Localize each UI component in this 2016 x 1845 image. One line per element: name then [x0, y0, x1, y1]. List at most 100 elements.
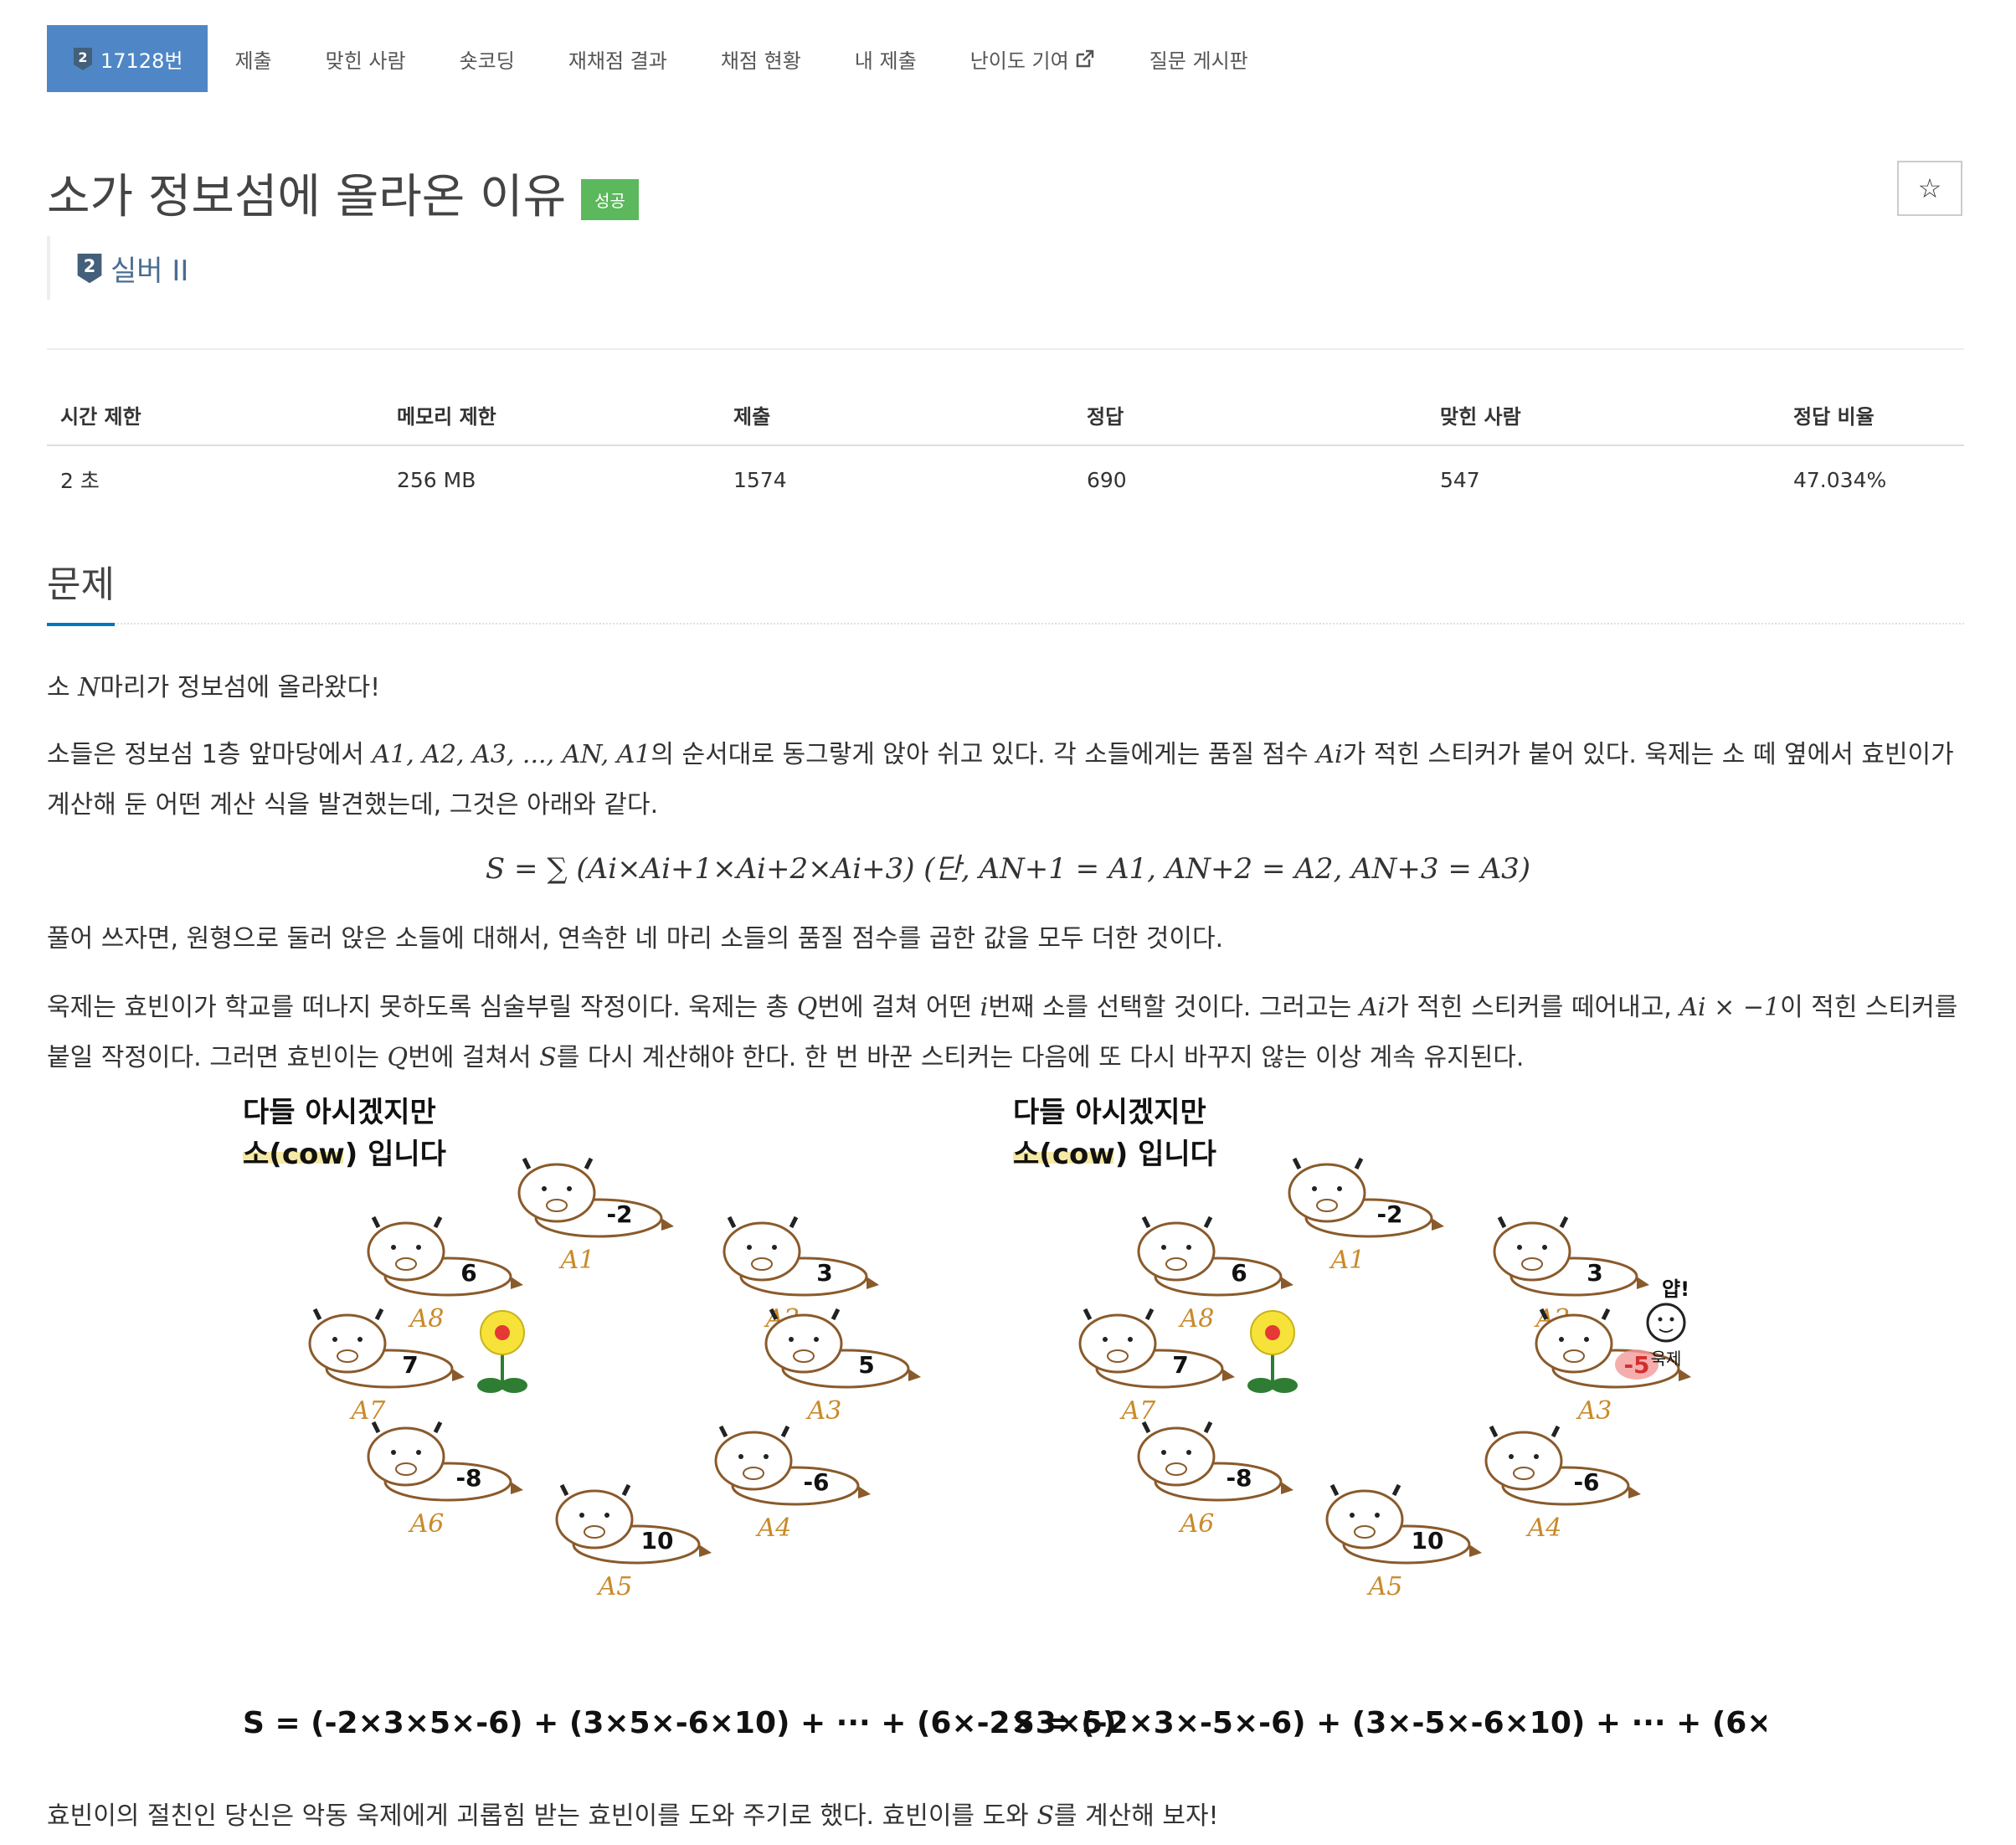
text-segment: 번째 소를 선택할 것이다. 그러고는 [988, 993, 1360, 1022]
illustration-panel-after: 다들 아시겠지만소(cow) 입니다-2A13A2-5A3-6A410A5-8A… [1013, 1097, 1767, 1740]
cow-score-label: -8 [455, 1464, 481, 1492]
caption-line-2: 소(cow) 입니다 [1013, 1138, 1216, 1171]
cow-figure: -2 A1 [1288, 1157, 1444, 1275]
svg-text:2: 2 [78, 49, 87, 65]
flower-icon [1247, 1310, 1298, 1393]
text-segment: 를 다시 계산해야 한다. 한 번 바꾼 스티커는 다음에 또 다시 바꾸지 않… [556, 1043, 1525, 1072]
tier-label[interactable]: 실버 II [111, 248, 188, 289]
cow-figure: 10 A5 [555, 1483, 712, 1601]
problem-nav: 2 17128번 제출 맞힌 사람 숏코딩 재채점 결과 채점 현황 내 제출 … [47, 25, 1275, 92]
cow-score-label: -5 [1623, 1351, 1649, 1379]
favorite-star-button[interactable]: ☆ [1897, 161, 1962, 216]
col-memory-limit: 메모리 제한 [383, 385, 720, 446]
accepted-value: 690 [1087, 467, 1127, 492]
cow-score-label: -2 [1376, 1200, 1402, 1228]
cow-index-label: A4 [1525, 1514, 1562, 1543]
cow-index-label: A1 [558, 1246, 595, 1275]
tab-difficulty-contrib[interactable]: 난이도 기여 [944, 25, 1123, 92]
math-sequence: A1, A2, A3, ..., AN, A1 [372, 740, 651, 769]
cow-score-label: 5 [858, 1351, 874, 1379]
cow-index-label: A6 [408, 1509, 445, 1539]
sum-expression: S = (-2×3×-5×-6) + (3×-5×-6×10) + ··· + … [1013, 1706, 1767, 1740]
submissions-value: 1574 [733, 467, 787, 492]
cow-score-label: -2 [606, 1200, 632, 1228]
col-submissions: 제출 [720, 385, 1073, 446]
cow-index-label: A6 [1178, 1509, 1215, 1539]
text-segment: 소들은 정보섬 1층 앞마당에서 [47, 740, 373, 769]
cow-index-label: A1 [1329, 1246, 1365, 1275]
silver-tier-icon: 2 [77, 254, 102, 284]
tab-short-coding[interactable]: 숏코딩 [433, 25, 542, 92]
math-var: Ai [1316, 740, 1343, 769]
col-accepted: 정답 [1073, 385, 1427, 446]
cow-index-label: A8 [408, 1304, 445, 1334]
tab-judge-status[interactable]: 채점 현황 [694, 25, 828, 92]
caption-line-2: 소(cow) 입니다 [243, 1138, 446, 1171]
math-var: Q [796, 993, 818, 1022]
text-segment: 마리가 정보섬에 올라왔다! [100, 673, 381, 702]
cow-figure: -8 A6 [367, 1421, 523, 1539]
col-accept-rate: 정답 비율 [1780, 385, 1964, 446]
shout-text: 얍! [1662, 1277, 1689, 1301]
sum-expression: S = (-2×3×5×-6) + (3×5×-6×10) + ··· + (6… [243, 1706, 1116, 1740]
cow-score-label: -8 [1226, 1464, 1252, 1492]
problem-section-header: 문제 [47, 554, 1964, 626]
silver-tier-icon: 2 [74, 48, 92, 70]
cow-score-label: -6 [1573, 1468, 1599, 1496]
cow-score-label: -6 [803, 1468, 829, 1496]
caption-line-1: 다들 아시겠지만 [1013, 1097, 1206, 1129]
table-header-row: 시간 제한 메모리 제한 제출 정답 맞힌 사람 정답 비율 [47, 385, 1964, 446]
cow-score-label: 7 [402, 1351, 418, 1379]
table-row: 2 초 256 MB 1574 690 547 47.034% [47, 445, 1964, 513]
cow-score-label: 10 [641, 1527, 674, 1555]
external-link-icon [1076, 49, 1093, 68]
cow-figure: -2 A1 [517, 1157, 674, 1275]
problem-paragraph-3: 풀어 쓰자면, 원형으로 둘러 앉은 소들에 대해서, 연속한 네 마리 소들의… [47, 924, 1224, 953]
problem-title-row: 소가 정보섬에 올라온 이유 성공 [47, 159, 639, 227]
cow-index-label: A3 [805, 1396, 842, 1426]
problem-info-table: 시간 제한 메모리 제한 제출 정답 맞힌 사람 정답 비율 2 초 256 M… [47, 385, 1964, 513]
cow-score-label: 3 [816, 1259, 832, 1287]
flower-icon [477, 1310, 527, 1393]
status-badge: 성공 [581, 179, 639, 220]
cow-score-label: 6 [1231, 1259, 1247, 1287]
time-limit-value: 2 초 [60, 469, 100, 493]
illustration-panel-before: 다들 아시겠지만소(cow) 입니다-2A13A25A3-6A410A5-8A6… [243, 1097, 1116, 1740]
math-var: N [78, 673, 100, 702]
cow-index-label: A7 [1119, 1396, 1157, 1426]
tab-solved-users[interactable]: 맞힌 사람 [299, 25, 433, 92]
cow-index-label: A5 [1366, 1572, 1403, 1601]
text-segment: 가 적힌 스티커를 떼어내고, [1386, 993, 1680, 1022]
col-solved-users: 맞힌 사람 [1427, 385, 1780, 446]
math-var: Ai [1359, 993, 1386, 1022]
text-segment: 번에 걸쳐서 [408, 1043, 540, 1072]
problem-page: 2 17128번 제출 맞힌 사람 숏코딩 재채점 결과 채점 현황 내 제출 … [0, 0, 2016, 1845]
cow-score-label: 6 [460, 1259, 476, 1287]
person-name-label: 욱제 [1651, 1349, 1682, 1369]
caption-line-1: 다들 아시겠지만 [243, 1097, 436, 1129]
solved-users-value: 547 [1440, 467, 1480, 492]
star-icon: ☆ [1917, 172, 1942, 204]
tab-problem[interactable]: 2 17128번 [47, 25, 208, 92]
cow-figure: 5 A3 [764, 1308, 921, 1426]
cow-score-label: 7 [1172, 1351, 1188, 1379]
cow-index-label: A8 [1178, 1304, 1215, 1334]
divider [47, 348, 1964, 350]
problem-paragraph-4: 욱제는 효빈이가 학교를 떠나지 못하도록 심술부릴 작정이다. 욱제는 총 Q… [47, 983, 1972, 1083]
math-var: S [539, 1043, 557, 1072]
cow-score-label: 10 [1412, 1527, 1444, 1555]
tier-row: 2 실버 II [47, 236, 188, 300]
col-time-limit: 시간 제한 [47, 385, 383, 446]
tab-rejudge-result[interactable]: 재채점 결과 [542, 25, 694, 92]
text-segment: 욱제는 효빈이가 학교를 떠나지 못하도록 심술부릴 작정이다. 욱제는 총 [47, 993, 797, 1022]
math-var: Q [387, 1043, 409, 1072]
tab-submit[interactable]: 제출 [208, 25, 298, 92]
tab-question-board[interactable]: 질문 게시판 [1123, 25, 1275, 92]
cow-index-label: A4 [755, 1514, 792, 1543]
cow-figure: -8 A6 [1137, 1421, 1293, 1539]
cow-figure: -6 A4 [714, 1425, 871, 1543]
tab-difficulty-label: 난이도 기여 [969, 49, 1069, 73]
math-var: S [1036, 1801, 1054, 1831]
cow-index-label: A5 [596, 1572, 633, 1601]
tab-my-submissions[interactable]: 내 제출 [828, 25, 944, 92]
